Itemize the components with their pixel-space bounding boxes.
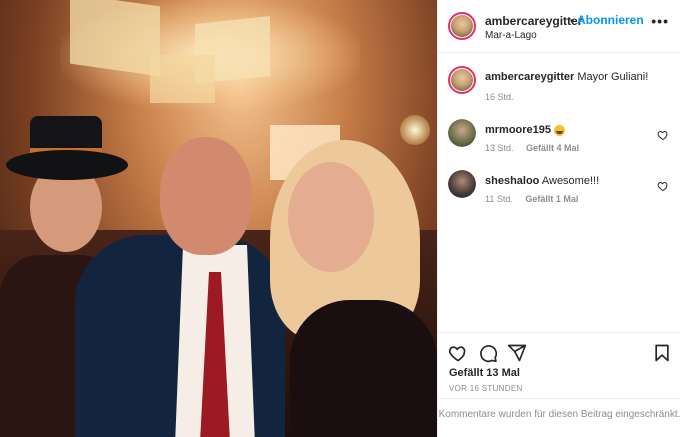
grinning-face-emoji xyxy=(554,124,566,136)
heart-icon[interactable] xyxy=(657,129,669,141)
ceiling-decoration xyxy=(70,0,160,77)
bookmark-icon[interactable] xyxy=(652,343,672,363)
comment-username[interactable]: sheshaloo xyxy=(485,175,539,187)
person-right-face xyxy=(288,162,374,272)
commenter-avatar[interactable] xyxy=(448,119,476,147)
comment-body: Awesome!!! xyxy=(541,175,600,187)
separator-dot: • xyxy=(570,14,575,28)
post-time[interactable]: VOR 16 STUNDEN xyxy=(449,384,523,393)
comment-icon[interactable] xyxy=(478,343,498,363)
top-hat-brim xyxy=(6,150,128,180)
comment-text: mrmoore195 xyxy=(485,124,566,136)
caption-body: Mayor Guliani! xyxy=(577,71,649,83)
person-right-dress xyxy=(290,300,437,437)
commenter-avatar[interactable] xyxy=(448,170,476,198)
post-header: ambercareygitter • Abonnieren Mar-a-Lago… xyxy=(438,0,680,53)
author-username[interactable]: ambercareygitter xyxy=(485,14,582,28)
post-photo[interactable] xyxy=(0,0,437,437)
location-link[interactable]: Mar-a-Lago xyxy=(485,30,537,41)
comment-likes[interactable]: Gefällt 1 Mal xyxy=(525,194,578,204)
follow-button[interactable]: Abonnieren xyxy=(577,13,644,27)
likes-count[interactable]: Gefällt 13 Mal xyxy=(449,367,520,379)
comment-meta: 13 Std. Gefällt 4 Mal xyxy=(485,143,579,153)
comment-username[interactable]: mrmoore195 xyxy=(485,124,551,136)
person-middle-face xyxy=(160,137,252,255)
action-bar xyxy=(438,332,680,363)
comment-meta: 11 Std. Gefällt 1 Mal xyxy=(485,194,578,204)
caption-text: ambercareygitter Mayor Guliani! xyxy=(485,71,648,83)
heart-icon[interactable] xyxy=(448,343,468,363)
comment-text: sheshaloo Awesome!!! xyxy=(485,175,599,187)
comments-list[interactable]: ambercareygitter Mayor Guliani! 16 Std. … xyxy=(438,53,680,331)
caption-time[interactable]: 16 Std. xyxy=(485,92,514,102)
comment-time[interactable]: 11 Std. xyxy=(485,194,513,204)
ceiling-decoration xyxy=(150,55,215,103)
comment-likes[interactable]: Gefällt 4 Mal xyxy=(526,143,579,153)
more-icon[interactable]: ••• xyxy=(651,13,669,29)
author-avatar[interactable] xyxy=(448,12,476,40)
stage-light xyxy=(400,115,430,145)
author-avatar[interactable] xyxy=(448,66,476,94)
comments-disabled-notice: Kommentare wurden für diesen Beitrag ein… xyxy=(438,398,680,437)
comment-time[interactable]: 13 Std. xyxy=(485,143,514,153)
caption-meta: 16 Std. xyxy=(485,92,514,102)
post-sidebar: ambercareygitter • Abonnieren Mar-a-Lago… xyxy=(437,0,680,437)
share-icon[interactable] xyxy=(507,343,527,363)
caption-username[interactable]: ambercareygitter xyxy=(485,71,574,83)
heart-icon[interactable] xyxy=(657,180,669,192)
